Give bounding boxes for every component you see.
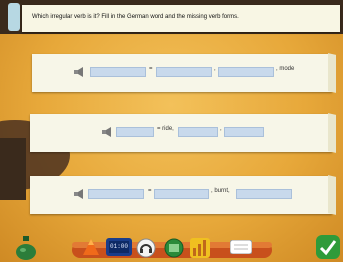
verb-form-input-1[interactable] xyxy=(154,189,209,199)
verb-form-input-1[interactable] xyxy=(156,67,212,77)
verb-form-input-2[interactable] xyxy=(236,189,292,199)
question-card-2: = ride, , xyxy=(30,114,332,152)
check-button[interactable] xyxy=(316,235,340,259)
instruction-panel: Which irregular verb is it? Fill in the … xyxy=(22,5,340,32)
equals-sign: = xyxy=(148,188,152,194)
cone-icon[interactable] xyxy=(82,238,100,256)
instruction-text: Which irregular verb is it? Fill in the … xyxy=(32,14,239,20)
german-word-input[interactable] xyxy=(88,189,144,199)
german-word-input[interactable] xyxy=(116,127,154,137)
clock-text: 01:00 xyxy=(110,243,129,250)
speaker-icon[interactable] xyxy=(74,67,88,77)
question-card-1: = , , mode xyxy=(32,54,332,92)
given-form-label: = ride, xyxy=(157,126,174,132)
bottom-toolbar: 01:00 xyxy=(0,234,343,262)
speaker-icon[interactable] xyxy=(74,189,88,199)
given-form-label: , mode xyxy=(276,66,295,72)
note-icon[interactable] xyxy=(230,240,252,254)
comma: , xyxy=(220,126,222,132)
comma: , xyxy=(214,66,216,72)
question-card-3: = , burnt, xyxy=(30,176,332,214)
given-form-label: , burnt, xyxy=(211,188,230,194)
book-icon[interactable] xyxy=(164,238,184,258)
progress-chart-icon[interactable] xyxy=(190,238,210,258)
verb-form-input-2[interactable] xyxy=(224,127,264,137)
ink-bottle-icon[interactable] xyxy=(14,236,38,260)
shelf-decor xyxy=(8,3,20,31)
exercise-screen: Which irregular verb is it? Fill in the … xyxy=(0,0,343,262)
top-bar: Which irregular verb is it? Fill in the … xyxy=(0,0,343,34)
speaker-icon[interactable] xyxy=(102,127,116,137)
verb-form-input-1[interactable] xyxy=(178,127,218,137)
headphones-icon[interactable] xyxy=(136,238,156,258)
equals-sign: = xyxy=(149,66,153,72)
verb-form-input-2[interactable] xyxy=(218,67,274,77)
german-word-input[interactable] xyxy=(90,67,146,77)
background-decor-left xyxy=(0,138,26,200)
